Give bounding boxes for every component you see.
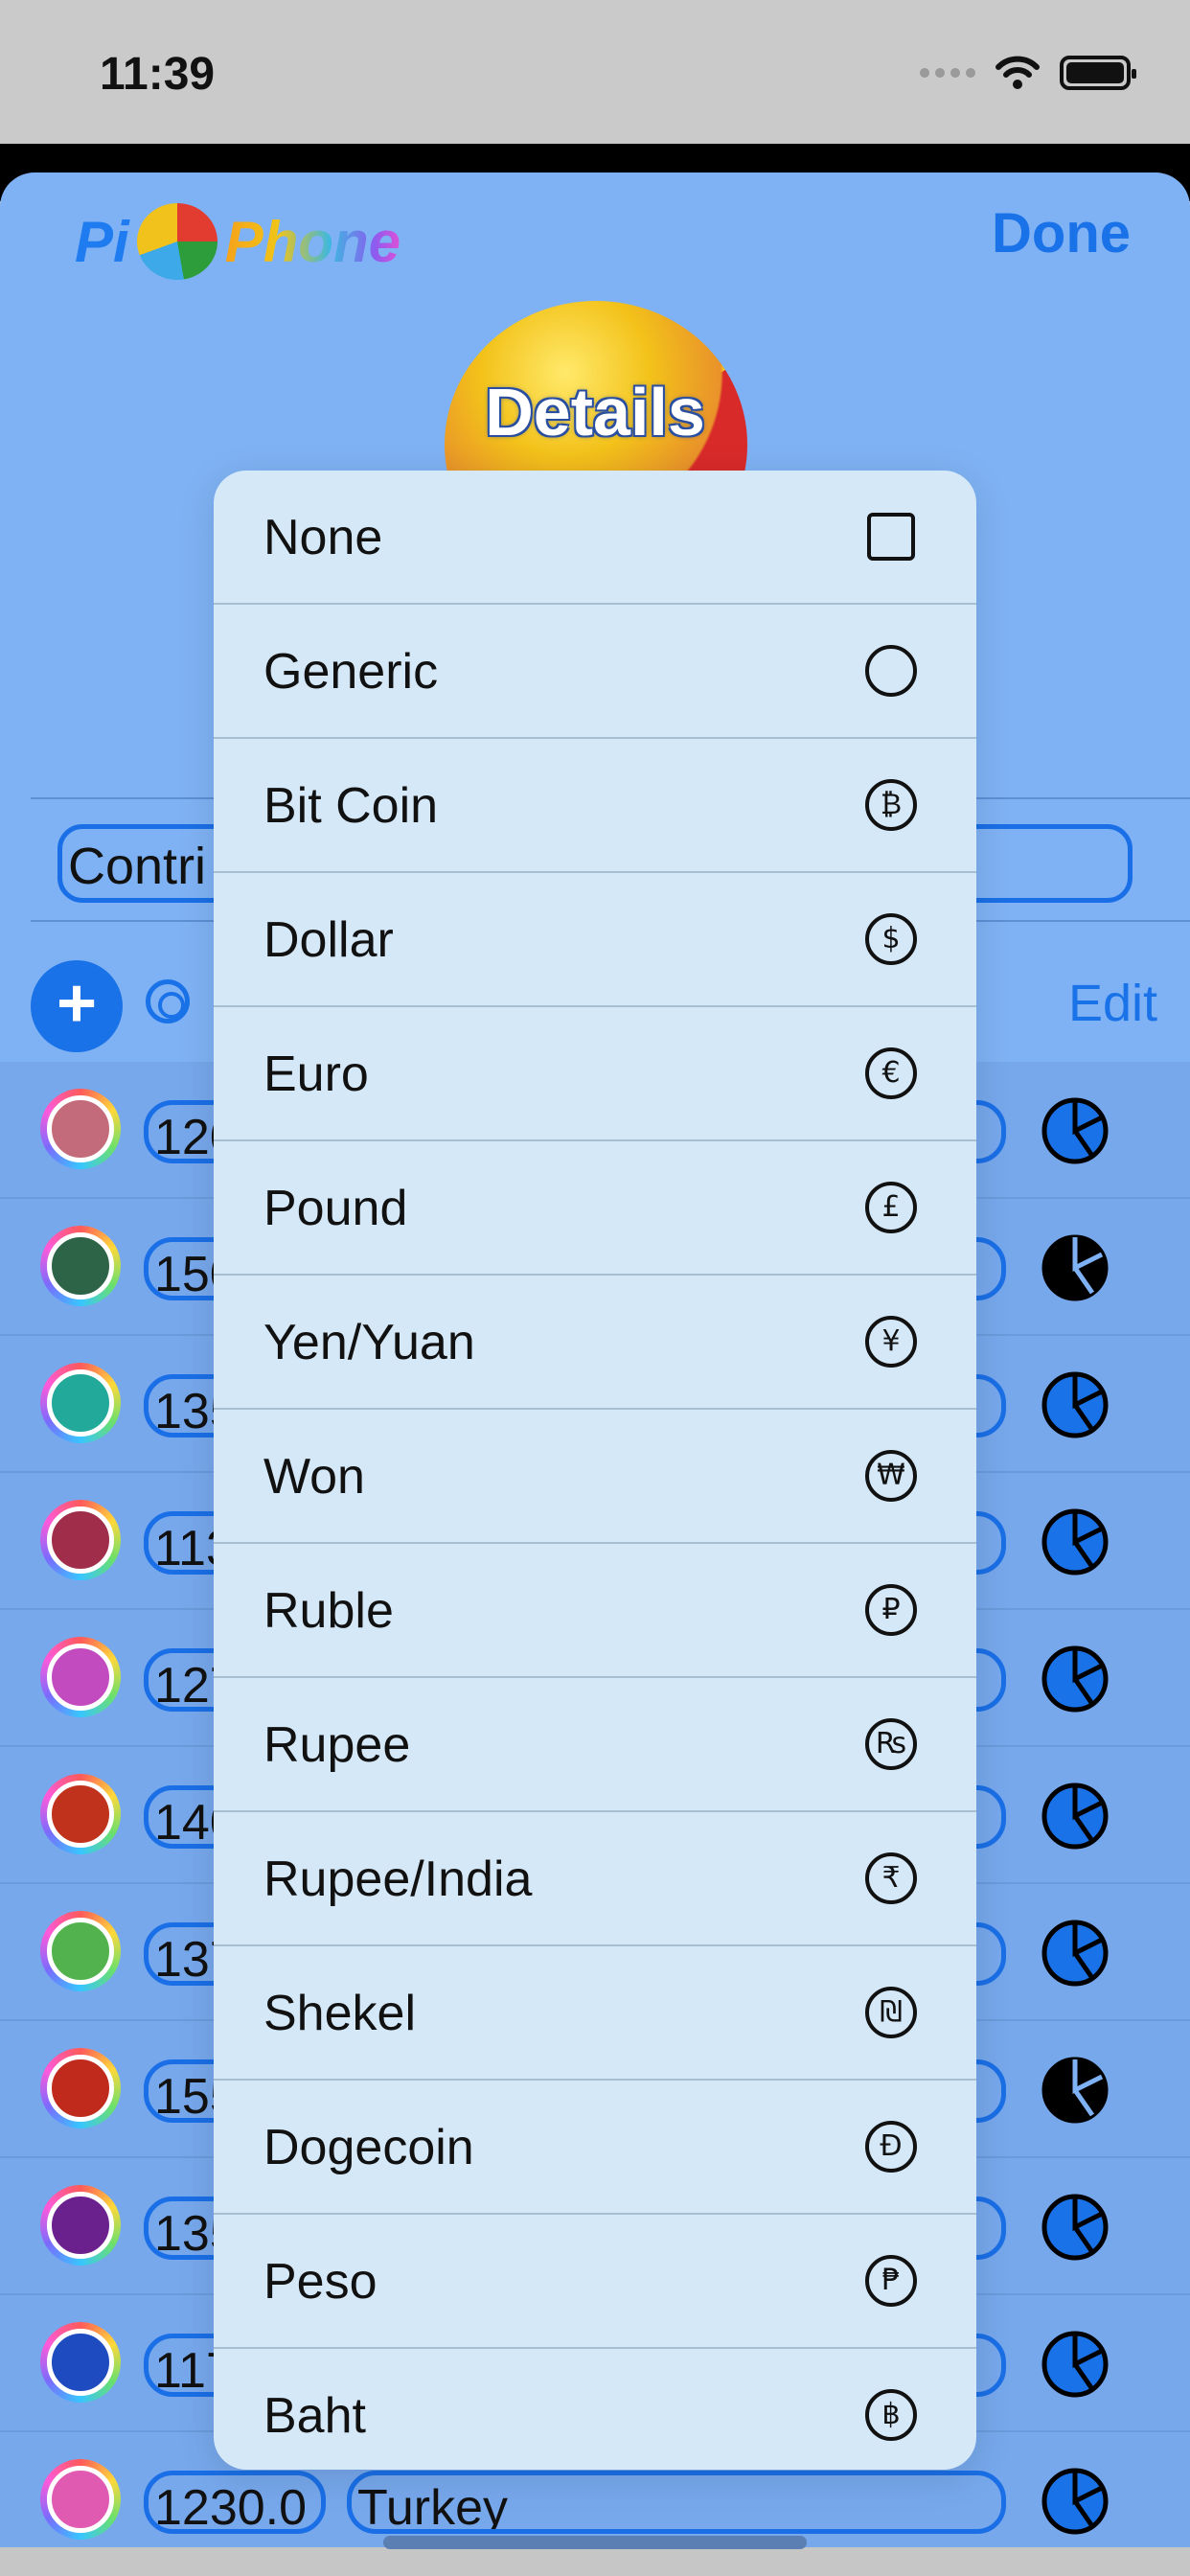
menu-item-label: Dogecoin (263, 2120, 474, 2175)
pie-chart-icon[interactable] (1041, 1507, 1110, 1576)
pie-chart-icon[interactable] (1041, 1370, 1110, 1439)
menu-item-label: Won (263, 1449, 365, 1505)
won-icon: ₩ (865, 1450, 917, 1502)
menu-item-label: Bit Coin (263, 778, 439, 834)
status-time: 11:39 (100, 49, 216, 100)
color-swatch-fill (47, 1095, 114, 1162)
menu-item-label: Dollar (263, 912, 394, 968)
shekel-icon: ₪ (865, 1987, 917, 2038)
menu-item-label: Generic (263, 644, 439, 700)
color-swatch-fill (47, 1369, 114, 1437)
menu-item-label: Baht (263, 2388, 366, 2444)
logo-text-right: Phone (224, 209, 401, 274)
menu-item-label: Yen/Yuan (263, 1315, 475, 1370)
color-swatch[interactable] (40, 2459, 121, 2540)
menu-item-label: Euro (263, 1046, 369, 1102)
color-swatch[interactable] (40, 1089, 121, 1169)
circle-icon (865, 645, 917, 697)
value-field[interactable]: 1230.0 (144, 2471, 326, 2534)
bitcoin-icon: ₿ (865, 779, 917, 831)
home-indicator (383, 2536, 807, 2549)
color-swatch[interactable] (40, 1500, 121, 1580)
status-icons (920, 56, 1136, 90)
pie-chart-icon[interactable] (1041, 1644, 1110, 1714)
color-swatch[interactable] (40, 1637, 121, 1717)
pie-chart-icon[interactable] (1041, 1782, 1110, 1851)
sheet-bottom (0, 2547, 1190, 2576)
wifi-icon (995, 56, 1040, 89)
pie-chart-icon[interactable] (1041, 1919, 1110, 1988)
menu-item-shekel[interactable]: Shekel ₪ (214, 1946, 976, 2081)
menu-item-label: None (263, 510, 383, 565)
rupee-india-icon: ₹ (865, 1852, 917, 1904)
none-icon (867, 513, 915, 561)
color-swatch-fill (47, 1781, 114, 1848)
app-logo: Pi Phone (75, 203, 400, 280)
menu-item-yen-yuan[interactable]: Yen/Yuan ¥ (214, 1276, 976, 1410)
edit-button[interactable]: Edit (1068, 974, 1157, 1033)
menu-item-dollar[interactable]: Dollar $ (214, 873, 976, 1007)
pound-icon: £ (865, 1182, 917, 1233)
color-swatch[interactable] (40, 1911, 121, 1991)
menu-item-baht[interactable]: Baht ฿ (214, 2349, 976, 2470)
color-swatch[interactable] (40, 1226, 121, 1306)
battery-icon (1060, 56, 1136, 90)
target-icon[interactable] (146, 979, 190, 1024)
dollar-icon: $ (865, 913, 917, 965)
menu-item-label: Ruble (263, 1583, 394, 1639)
color-swatch-fill (47, 1232, 114, 1300)
label-field[interactable]: Turkey (347, 2471, 1006, 2534)
menu-item-rupee[interactable]: Rupee ₨ (214, 1678, 976, 1812)
pie-chart-icon[interactable] (1041, 2193, 1110, 2262)
color-swatch-fill (47, 2055, 114, 2122)
color-swatch[interactable] (40, 2322, 121, 2403)
color-swatch[interactable] (40, 2048, 121, 2128)
baht-icon: ฿ (865, 2389, 917, 2441)
color-swatch[interactable] (40, 1363, 121, 1443)
color-swatch-fill (47, 2466, 114, 2533)
logo-text-left: Pi (75, 209, 129, 274)
color-swatch[interactable] (40, 1774, 121, 1854)
color-swatch-fill (47, 1506, 114, 1574)
status-bar: 11:39 (0, 0, 1190, 144)
rupee-icon: ₨ (865, 1718, 917, 1770)
pie-chart-icon[interactable] (1041, 2056, 1110, 2125)
ruble-icon: ₽ (865, 1584, 917, 1636)
page-title: Details (485, 375, 705, 449)
dogecoin-icon: Đ (865, 2121, 917, 2173)
color-swatch-fill (47, 2329, 114, 2396)
menu-item-pound[interactable]: Pound £ (214, 1141, 976, 1276)
currency-menu: None Generic Bit Coin ₿ Dollar $ Euro € Pound £ Ye… (214, 471, 976, 2470)
color-swatch-fill (47, 2192, 114, 2259)
euro-icon: € (865, 1047, 917, 1099)
menu-item-none[interactable]: None (214, 471, 976, 605)
pie-chart-icon[interactable] (1041, 1233, 1110, 1302)
menu-item-peso[interactable]: Peso ₱ (214, 2215, 976, 2349)
color-swatch-fill (47, 1918, 114, 1985)
menu-item-dogecoin[interactable]: Dogecoin Đ (214, 2081, 976, 2215)
menu-item-label: Rupee (263, 1717, 411, 1773)
menu-item-label: Peso (263, 2254, 378, 2310)
pie-chart-icon[interactable] (1041, 2330, 1110, 2399)
peso-icon: ₱ (865, 2255, 917, 2307)
add-button[interactable]: + (31, 960, 123, 1052)
pie-chart-icon[interactable] (1041, 1096, 1110, 1165)
yen-icon: ¥ (865, 1316, 917, 1368)
color-swatch[interactable] (40, 2185, 121, 2266)
menu-item-generic[interactable]: Generic (214, 605, 976, 739)
pie-chart-icon[interactable] (1041, 2467, 1110, 2536)
cellular-signal-icon (920, 68, 975, 78)
menu-item-rupee-india[interactable]: Rupee/India ₹ (214, 1812, 976, 1946)
menu-item-bit-coin[interactable]: Bit Coin ₿ (214, 739, 976, 873)
menu-item-label: Shekel (263, 1986, 416, 2041)
menu-item-label: Pound (263, 1181, 408, 1236)
menu-item-won[interactable]: Won ₩ (214, 1410, 976, 1544)
menu-item-ruble[interactable]: Ruble ₽ (214, 1544, 976, 1678)
color-swatch-fill (47, 1644, 114, 1711)
menu-item-euro[interactable]: Euro € (214, 1007, 976, 1141)
menu-item-label: Rupee/India (263, 1852, 533, 1907)
pie-ball-icon (136, 203, 217, 280)
done-button[interactable]: Done (992, 201, 1131, 265)
